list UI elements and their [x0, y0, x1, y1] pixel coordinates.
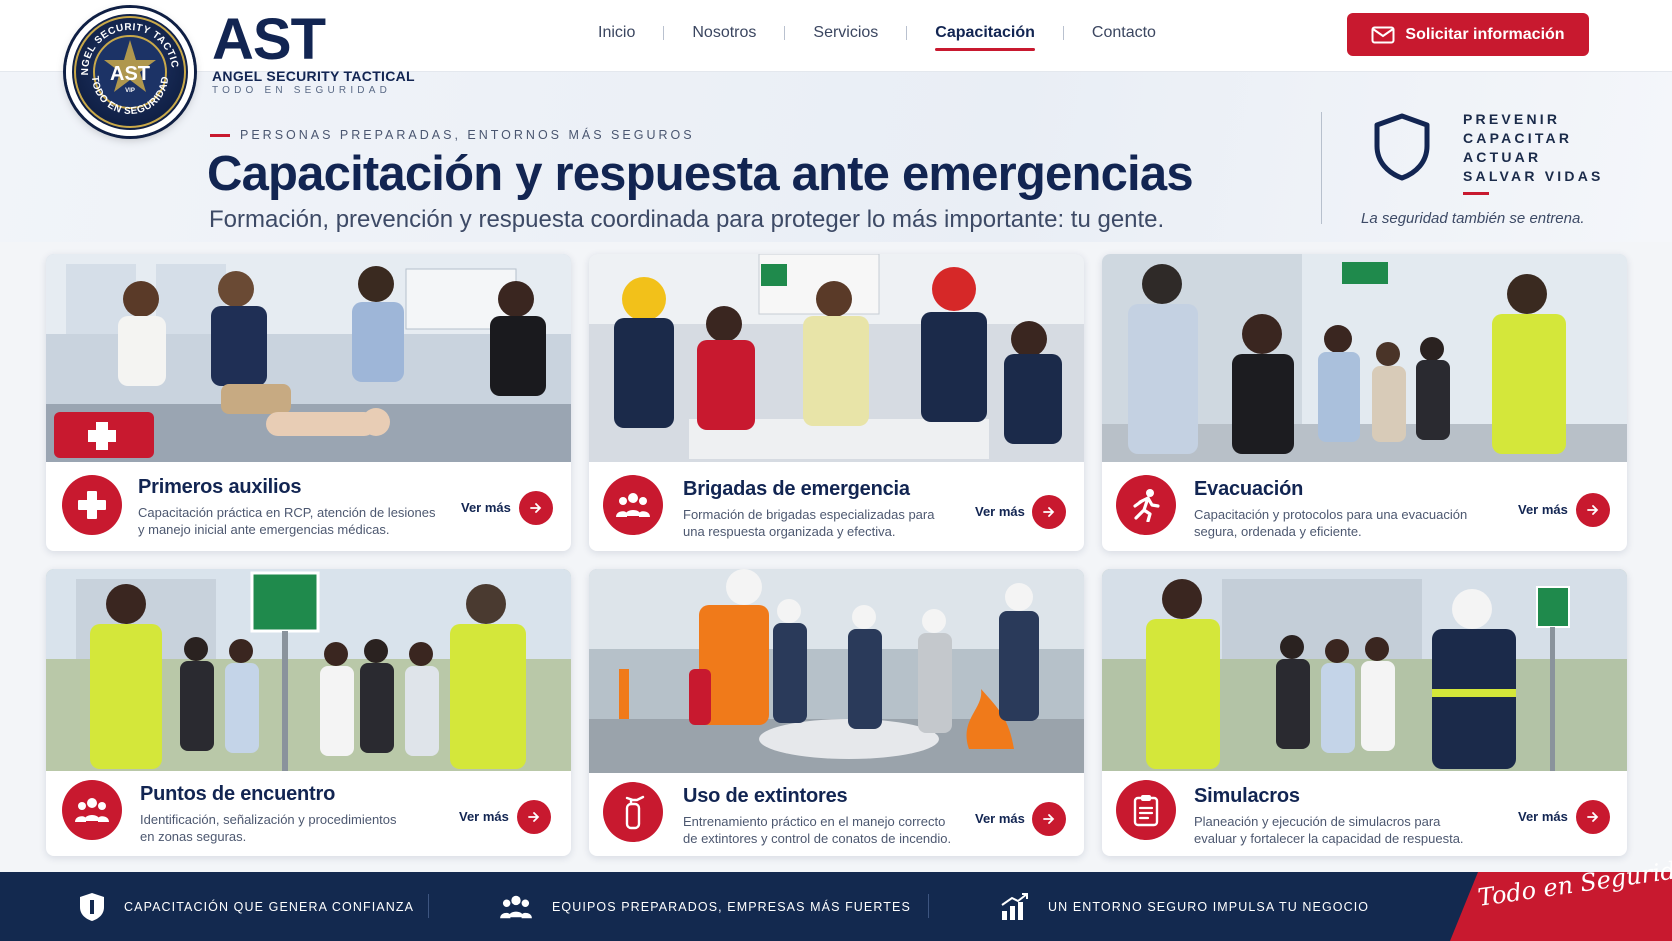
arrow-right-icon[interactable]	[1032, 495, 1066, 529]
hero-eyebrow: PERSONAS PREPARADAS, ENTORNOS MÁS SEGURO…	[210, 128, 695, 142]
brand-tagline: TODO EN SEGURIDAD	[212, 85, 392, 96]
card-photo-drill	[1102, 569, 1627, 771]
nav-divider	[906, 26, 908, 40]
pillar-item: SALVAR VIDAS	[1463, 168, 1604, 184]
card-description: Capacitación práctica en RCP, atención d…	[138, 505, 436, 537]
see-more-link[interactable]: Ver más	[461, 500, 511, 515]
request-info-button[interactable]: Solicitar información	[1347, 13, 1589, 56]
see-more-link[interactable]: Ver más	[1518, 502, 1568, 517]
clipboard-icon	[1116, 780, 1176, 840]
arrow-right-icon[interactable]	[1576, 493, 1610, 527]
running-person-icon	[1116, 475, 1176, 535]
page-subtitle: Formación, prevención y respuesta coordi…	[209, 206, 1165, 233]
nav-item-contacto[interactable]: Contacto	[1092, 24, 1156, 42]
fire-extinguisher-icon	[603, 782, 663, 842]
pillars-accent-line	[1463, 192, 1489, 195]
team-icon	[500, 895, 532, 918]
footer-bar: CAPACITACIÓN QUE GENERA CONFIANZA EQUIPO…	[0, 872, 1672, 941]
nav-item-capacitacion[interactable]: Capacitación	[935, 24, 1035, 51]
pillars-list: PREVENIR CAPACITAR ACTUAR SALVAR VIDAS	[1463, 110, 1604, 195]
service-card-simulacros[interactable]: Simulacros Planeación y ejecución de sim…	[1102, 569, 1627, 856]
card-title: Uso de extintores	[683, 785, 848, 807]
group-icon	[62, 780, 122, 840]
card-title: Puntos de encuentro	[140, 783, 336, 805]
shield-icon	[80, 892, 104, 921]
nav-divider	[1062, 26, 1064, 40]
main-nav: Inicio Nosotros Servicios Capacitación C…	[598, 24, 1156, 51]
hero-tagline: La seguridad también se entrena.	[1361, 210, 1585, 227]
footer-item-equipos: EQUIPOS PREPARADOS, EMPRESAS MÁS FUERTES	[498, 872, 911, 941]
card-photo-evacuation	[1102, 254, 1627, 462]
team-icon	[603, 475, 663, 535]
card-title: Simulacros	[1194, 785, 1300, 807]
service-card-extintores[interactable]: Uso de extintores Entrenamiento práctico…	[589, 569, 1084, 856]
service-card-puntos-encuentro[interactable]: Puntos de encuentro Identificación, seña…	[46, 569, 571, 856]
see-more-link[interactable]: Ver más	[975, 811, 1025, 826]
brand-name: ANGEL SECURITY TACTICAL	[212, 68, 415, 84]
badge-emblem: ANGEL SECURITY TACTICAL TODO EN SEGURIDA…	[72, 14, 186, 128]
nav-item-nosotros[interactable]: Nosotros	[692, 24, 756, 42]
footer-item-label: CAPACITACIÓN QUE GENERA CONFIANZA	[124, 899, 415, 914]
hero-eyebrow-text: PERSONAS PREPARADAS, ENTORNOS MÁS SEGURO…	[240, 128, 695, 142]
first-aid-cross-icon	[62, 475, 122, 535]
footer-item-confianza: CAPACITACIÓN QUE GENERA CONFIANZA	[78, 872, 414, 941]
card-description: Planeación y ejecución de simulacros par…	[1194, 814, 1464, 846]
footer-item-label: EQUIPOS PREPARADOS, EMPRESAS MÁS FUERTES	[552, 899, 911, 914]
page-title: Capacitación y respuesta ante emergencia…	[207, 147, 1194, 201]
hero-divider	[1321, 112, 1322, 224]
footer-item-label: UN ENTORNO SEGURO IMPULSA TU NEGOCIO	[1048, 899, 1370, 914]
badge-small-text: VIP	[125, 88, 135, 94]
brand-logo-text: AST	[212, 7, 326, 72]
badge-center-text: AST	[110, 63, 150, 85]
see-more-link[interactable]: Ver más	[459, 809, 509, 824]
eyebrow-accent-line	[210, 133, 230, 137]
service-card-evacuacion[interactable]: Evacuación Capacitación y protocolos par…	[1102, 254, 1627, 551]
request-info-label: Solicitar información	[1405, 25, 1565, 43]
footer-item-entorno: UN ENTORNO SEGURO IMPULSA TU NEGOCIO	[1000, 872, 1369, 941]
card-photo-meeting-point	[46, 569, 571, 771]
nav-divider	[663, 26, 665, 40]
mail-icon	[1371, 26, 1395, 43]
brand-wordmark[interactable]: AST ANGEL SECURITY TACTICAL TODO EN SEGU…	[212, 7, 415, 97]
arrow-right-icon[interactable]	[517, 800, 551, 834]
arrow-right-icon[interactable]	[519, 491, 553, 525]
arrow-right-icon[interactable]	[1576, 800, 1610, 834]
service-card-brigadas[interactable]: Brigadas de emergencia Formación de brig…	[589, 254, 1084, 551]
pillar-item: ACTUAR	[1463, 149, 1542, 165]
shield-icon	[1374, 113, 1430, 181]
service-card-primeros-auxilios[interactable]: Primeros auxilios Capacitación práctica …	[46, 254, 571, 551]
card-description: Formación de brigadas especializadas par…	[683, 507, 935, 539]
pillar-item: CAPACITAR	[1463, 130, 1573, 146]
card-photo-brigade-team	[589, 254, 1084, 462]
card-description: Entrenamiento práctico en el manejo corr…	[683, 814, 952, 846]
see-more-link[interactable]: Ver más	[1518, 809, 1568, 824]
card-description: Capacitación y protocolos para una evacu…	[1194, 507, 1468, 539]
arrow-right-icon[interactable]	[1032, 802, 1066, 836]
see-more-link[interactable]: Ver más	[975, 504, 1025, 519]
card-title: Primeros auxilios	[138, 476, 302, 498]
pillar-item: PREVENIR	[1463, 111, 1561, 127]
nav-item-servicios[interactable]: Servicios	[813, 24, 878, 42]
card-title: Brigadas de emergencia	[683, 478, 910, 500]
footer-divider	[928, 894, 929, 918]
footer-divider	[428, 894, 429, 918]
hero-section: PERSONAS PREPARADAS, ENTORNOS MÁS SEGURO…	[0, 72, 1672, 242]
nav-item-inicio[interactable]: Inicio	[598, 24, 635, 42]
card-description: Identificación, señalización y procedimi…	[140, 812, 397, 844]
card-photo-cpr-training	[46, 254, 571, 462]
growth-chart-icon	[1001, 892, 1028, 920]
card-photo-extinguisher-training	[589, 569, 1084, 773]
card-title: Evacuación	[1194, 478, 1304, 500]
brand-logo-badge[interactable]: ANGEL SECURITY TACTICAL TODO EN SEGURIDA…	[66, 8, 194, 136]
nav-divider	[784, 26, 786, 40]
